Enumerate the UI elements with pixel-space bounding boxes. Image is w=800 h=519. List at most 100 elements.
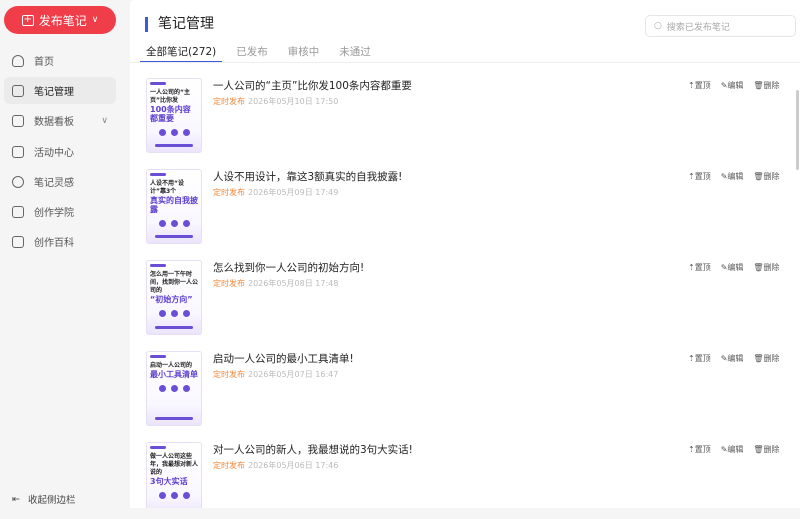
tab-all[interactable]: 全部笔记(272)	[140, 44, 223, 63]
pin-icon: ⇡	[688, 354, 695, 363]
trash-icon: 🗑	[753, 354, 764, 363]
note-title[interactable]: 启动一人公司的最小工具清单!	[213, 351, 354, 366]
status-badge: 定时发布	[213, 188, 245, 197]
sidebar-item-label: 活动中心	[34, 148, 74, 159]
collapse-label: 收起侧边栏	[27, 495, 76, 506]
thumbnail-text: 做一人公司这些年，我最想对新人说的	[150, 453, 199, 476]
sidebar: + 发布笔记 ∨ 首页 笔记管理 数据看板 ∨ 活动中心 笔记灵感 创作学院 创作…	[0, 0, 130, 519]
sidebar-item-notes[interactable]: 笔记管理	[4, 77, 116, 104]
home-icon	[12, 54, 24, 67]
note-time: 2026年05月09日 17:49	[248, 188, 339, 197]
pin-icon: ⇡	[688, 263, 695, 272]
delete-label: 删除	[763, 81, 780, 90]
sidebar-item-home[interactable]: 首页	[4, 47, 116, 74]
note-thumbnail[interactable]: 怎么用一下午时间，找到你一人公司的 “初始方向”	[146, 260, 202, 335]
note-thumbnail[interactable]: 做一人公司这些年，我最想对新人说的 3句大实话	[146, 442, 202, 508]
trash-icon: 🗑	[753, 172, 764, 181]
delete-button[interactable]: 🗑删除	[753, 353, 779, 364]
pin-label: 置顶	[694, 81, 711, 90]
pin-button[interactable]: ⇡置顶	[688, 171, 711, 182]
delete-button[interactable]: 🗑删除	[753, 262, 779, 273]
sidebar-item-inspiration[interactable]: 笔记灵感	[4, 168, 116, 195]
edit-button[interactable]: ✎编辑	[721, 353, 744, 364]
publish-label: 发布笔记	[38, 13, 87, 28]
collapse-sidebar-button[interactable]: ⇤ 收起侧边栏	[12, 492, 76, 507]
status-badge: 定时发布	[213, 461, 245, 470]
trash-icon: 🗑	[753, 263, 764, 272]
note-thumbnail[interactable]: 人设不用“设计”靠3个 真实的自我披露	[146, 169, 202, 244]
delete-button[interactable]: 🗑删除	[753, 80, 779, 91]
note-meta: 定时发布 2026年05月08日 17:48	[213, 278, 338, 289]
thumbnail-text: 人设不用“设计”靠3个	[150, 180, 184, 195]
trash-icon: 🗑	[753, 81, 764, 90]
search-input[interactable]: ○ 搜索已发布笔记	[645, 15, 796, 37]
graduation-cap-icon	[12, 205, 24, 218]
edit-button[interactable]: ✎编辑	[721, 444, 744, 455]
delete-label: 删除	[763, 172, 780, 181]
thumbnail-headline: 最小工具清单	[150, 370, 198, 379]
sidebar-item-label: 创作学院	[34, 208, 74, 219]
edit-label: 编辑	[727, 263, 744, 272]
delete-button[interactable]: 🗑删除	[753, 444, 779, 455]
pin-label: 置顶	[694, 172, 711, 181]
sidebar-item-dashboard[interactable]: 数据看板 ∨	[4, 107, 116, 134]
edit-button[interactable]: ✎编辑	[721, 262, 744, 273]
tab-reviewing[interactable]: 审核中	[282, 44, 326, 63]
scrollbar[interactable]	[796, 90, 799, 170]
pin-icon: ⇡	[688, 445, 695, 454]
edit-label: 编辑	[727, 445, 744, 454]
edit-label: 编辑	[727, 172, 744, 181]
thumbnail-text: 启动一人公司的	[150, 362, 193, 369]
edit-button[interactable]: ✎编辑	[721, 80, 744, 91]
sidebar-item-label: 数据看板	[34, 117, 74, 128]
sidebar-item-label: 创作百科	[34, 238, 74, 249]
pin-button[interactable]: ⇡置顶	[688, 80, 711, 91]
sidebar-item-label: 笔记管理	[34, 87, 74, 98]
chevron-down-icon: ∨	[101, 115, 108, 126]
note-time: 2026年05月10日 17:50	[248, 97, 339, 106]
note-title[interactable]: 一人公司的“主页”比你发100条内容都重要	[213, 78, 412, 93]
tab-rejected[interactable]: 未通过	[333, 44, 377, 63]
pin-button[interactable]: ⇡置顶	[688, 444, 711, 455]
sidebar-item-label: 笔记灵感	[34, 178, 74, 189]
sidebar-item-events[interactable]: 活动中心	[4, 138, 116, 165]
status-badge: 定时发布	[213, 370, 245, 379]
pin-button[interactable]: ⇡置顶	[688, 353, 711, 364]
thumbnail-text: 一人公司的“主页”比你发	[150, 89, 190, 104]
note-title[interactable]: 对一人公司的新人，我最想说的3句大实话!	[213, 442, 413, 457]
main-panel: 笔记管理 ○ 搜索已发布笔记 全部笔记(272) 已发布 审核中 未通过 一人公司…	[130, 0, 800, 508]
pin-label: 置顶	[694, 445, 711, 454]
sidebar-item-wiki[interactable]: 创作百科	[4, 228, 116, 255]
plus-icon: +	[21, 13, 34, 26]
note-meta: 定时发布 2026年05月06日 17:46	[213, 460, 338, 471]
pin-button[interactable]: ⇡置顶	[688, 262, 711, 273]
trash-icon: 🗑	[753, 445, 764, 454]
delete-label: 删除	[763, 354, 780, 363]
note-thumbnail[interactable]: 启动一人公司的 最小工具清单	[146, 351, 202, 426]
edit-label: 编辑	[727, 354, 744, 363]
collapse-icon: ⇤	[12, 493, 20, 505]
thumbnail-headline: 真实的自我披露	[150, 196, 198, 214]
sidebar-item-academy[interactable]: 创作学院	[4, 198, 116, 225]
thumbnail-headline: 100条内容都重要	[150, 105, 191, 123]
note-row: 怎么用一下午时间，找到你一人公司的 “初始方向” 怎么找到你一人公司的初始方向! …	[130, 260, 790, 340]
note-title[interactable]: 人设不用设计，靠这3额真实的自我披露!	[213, 169, 402, 184]
delete-label: 删除	[763, 445, 780, 454]
search-icon: ○	[654, 21, 662, 31]
tabs: 全部笔记(272) 已发布 审核中 未通过	[140, 44, 385, 63]
delete-label: 删除	[763, 263, 780, 272]
note-thumbnail[interactable]: 一人公司的“主页”比你发 100条内容都重要	[146, 78, 202, 153]
note-icon	[12, 84, 24, 97]
tab-published[interactable]: 已发布	[230, 44, 274, 63]
note-row: 做一人公司这些年，我最想对新人说的 3句大实话 对一人公司的新人，我最想说的3句大…	[130, 442, 790, 508]
pin-label: 置顶	[694, 263, 711, 272]
note-title[interactable]: 怎么找到你一人公司的初始方向!	[213, 260, 364, 275]
edit-button[interactable]: ✎编辑	[721, 171, 744, 182]
publish-note-button[interactable]: + 发布笔记 ∨	[4, 6, 116, 34]
note-meta: 定时发布 2026年05月09日 17:49	[213, 187, 338, 198]
delete-button[interactable]: 🗑删除	[753, 171, 779, 182]
sidebar-item-label: 首页	[34, 57, 54, 68]
note-time: 2026年05月06日 17:46	[248, 461, 339, 470]
note-meta: 定时发布 2026年05月10日 17:50	[213, 96, 338, 107]
pin-icon: ⇡	[688, 172, 695, 181]
